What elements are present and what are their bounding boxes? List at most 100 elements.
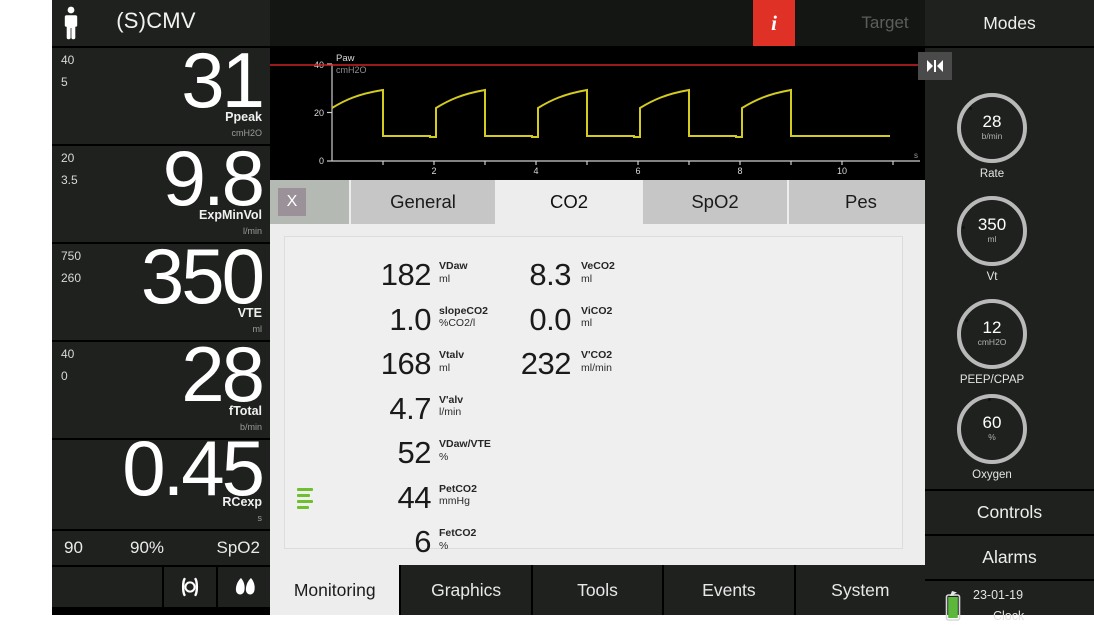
expiratory-hold-button[interactable] <box>918 52 952 80</box>
knob-vt-value: 350 <box>977 215 1007 234</box>
knob-vt[interactable]: 350 ml Vt <box>957 196 1027 283</box>
vdotco2-name: V'CO2 <box>581 349 613 361</box>
knob-rate-unit: b/min <box>981 131 1003 141</box>
tool-icon-row <box>52 567 270 607</box>
wave-ytick-20: 20 <box>314 108 324 118</box>
tab-general[interactable]: General <box>349 180 495 224</box>
knob-peep-unit: cmH2O <box>977 337 1007 347</box>
co2-row-6: 44 PetCO2 mmHg <box>297 476 879 521</box>
knob-rate-value: 28 <box>982 112 1002 131</box>
info-button[interactable]: i <box>753 0 795 46</box>
wave-unit: cmH2O <box>336 65 367 75</box>
panel-body: 182 VDaw ml 8.3 VeCO2 ml 1.0 slopeCO2 %C… <box>270 224 925 565</box>
knob-oxygen-value: 60 <box>982 413 1002 432</box>
vte-high-limit: 750 <box>61 249 82 263</box>
vico2-meta: ViCO2 ml <box>581 305 612 330</box>
vdawvte-unit: % <box>439 450 449 463</box>
valv-unit: l/min <box>439 406 462 418</box>
measurement-vte[interactable]: 750 260 350 VTE ml <box>52 244 270 342</box>
paw-pressure-trace <box>331 88 890 138</box>
vico2-unit: ml <box>581 317 593 329</box>
expminvol-label: ExpMinVol <box>199 208 262 222</box>
measurement-rcexp[interactable]: 0.45 RCexp s <box>52 440 270 531</box>
paw-waveform-chart[interactable]: 40 20 0 2 4 6 8 10 s Paw cmH2O <box>270 48 925 180</box>
vtalv-value: 168 <box>380 346 432 381</box>
ftotal-label: fTotal <box>228 404 262 418</box>
vdawvte-value: 52 <box>397 435 432 470</box>
wave-title: Paw <box>336 53 355 64</box>
knob-oxygen-indicator <box>988 398 991 401</box>
vte-label: VTE <box>237 306 262 320</box>
tool-row-spacer <box>52 567 164 607</box>
knob-oxygen[interactable]: 60 % Oxygen <box>957 394 1027 481</box>
clock-row[interactable]: 23-01-19 Clock <box>925 581 1094 631</box>
expiratory-hold-icon <box>927 60 943 72</box>
vico2-name: ViCO2 <box>581 304 613 317</box>
co2-row-2: 1.0 slopeCO2 %CO2/l 0.0 ViCO2 ml <box>309 298 879 343</box>
wave-xtick-10: 10 <box>837 166 847 176</box>
co2-values-card: 182 VDaw ml 8.3 VeCO2 ml 1.0 slopeCO2 %C… <box>284 236 903 559</box>
tab-spo2[interactable]: SpO2 <box>641 180 787 224</box>
knob-rate-ring: 28 b/min <box>957 93 1027 163</box>
wave-xtick-6: 6 <box>635 166 640 176</box>
vdaw-value: 182 <box>380 257 432 292</box>
info-glyph: i <box>771 10 777 35</box>
spo2-value: 90% <box>130 538 165 557</box>
lung-mechanics-button[interactable] <box>164 567 218 607</box>
mode-header[interactable]: (S)CMV <box>52 0 270 48</box>
veco2-meta: VeCO2 ml <box>581 260 615 285</box>
measurement-ppeak[interactable]: 40 5 31 Ppeak cmH2O <box>52 48 270 146</box>
vte-unit: ml <box>252 324 263 334</box>
nav-system[interactable]: System <box>793 565 926 615</box>
vico2-value: 0.0 <box>529 301 571 337</box>
ftotal-high-limit: 40 <box>61 347 75 361</box>
ppeak-label: Ppeak <box>225 110 262 124</box>
petco2-signal-bars-icon <box>297 487 313 512</box>
measurement-spo2-row[interactable]: 90 90% SpO2 <box>52 531 270 567</box>
co2-row-3: 168 Vtalv ml 232 V'CO2 ml/min <box>309 342 879 387</box>
co2-values-grid: 182 VDaw ml 8.3 VeCO2 ml 1.0 slopeCO2 %C… <box>297 253 879 565</box>
knob-vt-ring: 350 ml <box>957 196 1027 266</box>
tab-pes[interactable]: Pes <box>787 180 933 224</box>
ventilator-screen: (S)CMV 40 5 31 Ppeak cmH2O 20 3.5 9.8 Ex… <box>0 0 1094 623</box>
wave-ytick-0: 0 <box>319 156 324 166</box>
nav-tools[interactable]: Tools <box>530 565 663 615</box>
modes-button[interactable]: Modes <box>925 0 1094 48</box>
veco2-name: VeCO2 <box>581 260 615 272</box>
clock-label: Clock <box>993 609 1025 623</box>
nav-graphics[interactable]: Graphics <box>399 565 531 615</box>
expminvol-low-limit: 3.5 <box>61 173 78 187</box>
co2-row-4: 4.7 V'alv l/min <box>309 387 879 432</box>
valv-name: V'alv <box>439 393 464 406</box>
close-panel-button[interactable]: X <box>278 188 306 216</box>
knob-peep-label: PEEP/CPAP <box>959 374 1025 386</box>
ppeak-low-limit: 5 <box>61 75 68 89</box>
knob-vt-unit: ml <box>987 234 997 244</box>
knob-peep-cpap[interactable]: 12 cmH2O PEEP/CPAP <box>957 299 1027 386</box>
knob-oxygen-label: Oxygen <box>972 469 1012 481</box>
knob-rate[interactable]: 28 b/min Rate <box>957 93 1027 180</box>
bottom-navigation: Monitoring Graphics Tools Events System <box>270 565 926 615</box>
wave-x-unit: s <box>914 151 918 160</box>
ftotal-unit: b/min <box>239 422 262 432</box>
fetco2-name: FetCO2 <box>439 527 477 539</box>
alarms-button[interactable]: Alarms <box>925 536 1094 581</box>
nav-events[interactable]: Events <box>662 565 794 615</box>
measurement-expminvol[interactable]: 20 3.5 9.8 ExpMinVol l/min <box>52 146 270 244</box>
spo2-label: SpO2 <box>216 538 260 557</box>
vdawvte-meta: VDaw/VTE % <box>439 438 491 463</box>
measurement-ftotal[interactable]: 40 0 28 fTotal b/min <box>52 342 270 440</box>
nav-monitoring[interactable]: Monitoring <box>270 565 400 615</box>
tab-co2[interactable]: CO2 <box>495 180 641 224</box>
vdotco2-unit: ml/min <box>581 361 612 374</box>
nebulizer-button[interactable] <box>218 567 270 607</box>
rcexp-unit: s <box>257 513 263 523</box>
rcexp-label: RCexp <box>222 495 262 509</box>
controls-button[interactable]: Controls <box>925 491 1094 536</box>
petco2-unit: mmHg <box>439 495 470 507</box>
ppeak-unit: cmH2O <box>231 128 262 138</box>
fetco2-value: 6 <box>414 524 431 559</box>
vdawvte-name: VDaw/VTE <box>439 438 491 450</box>
wave-xtick-8: 8 <box>737 166 742 176</box>
fetco2-meta: FetCO2 % <box>439 527 476 552</box>
